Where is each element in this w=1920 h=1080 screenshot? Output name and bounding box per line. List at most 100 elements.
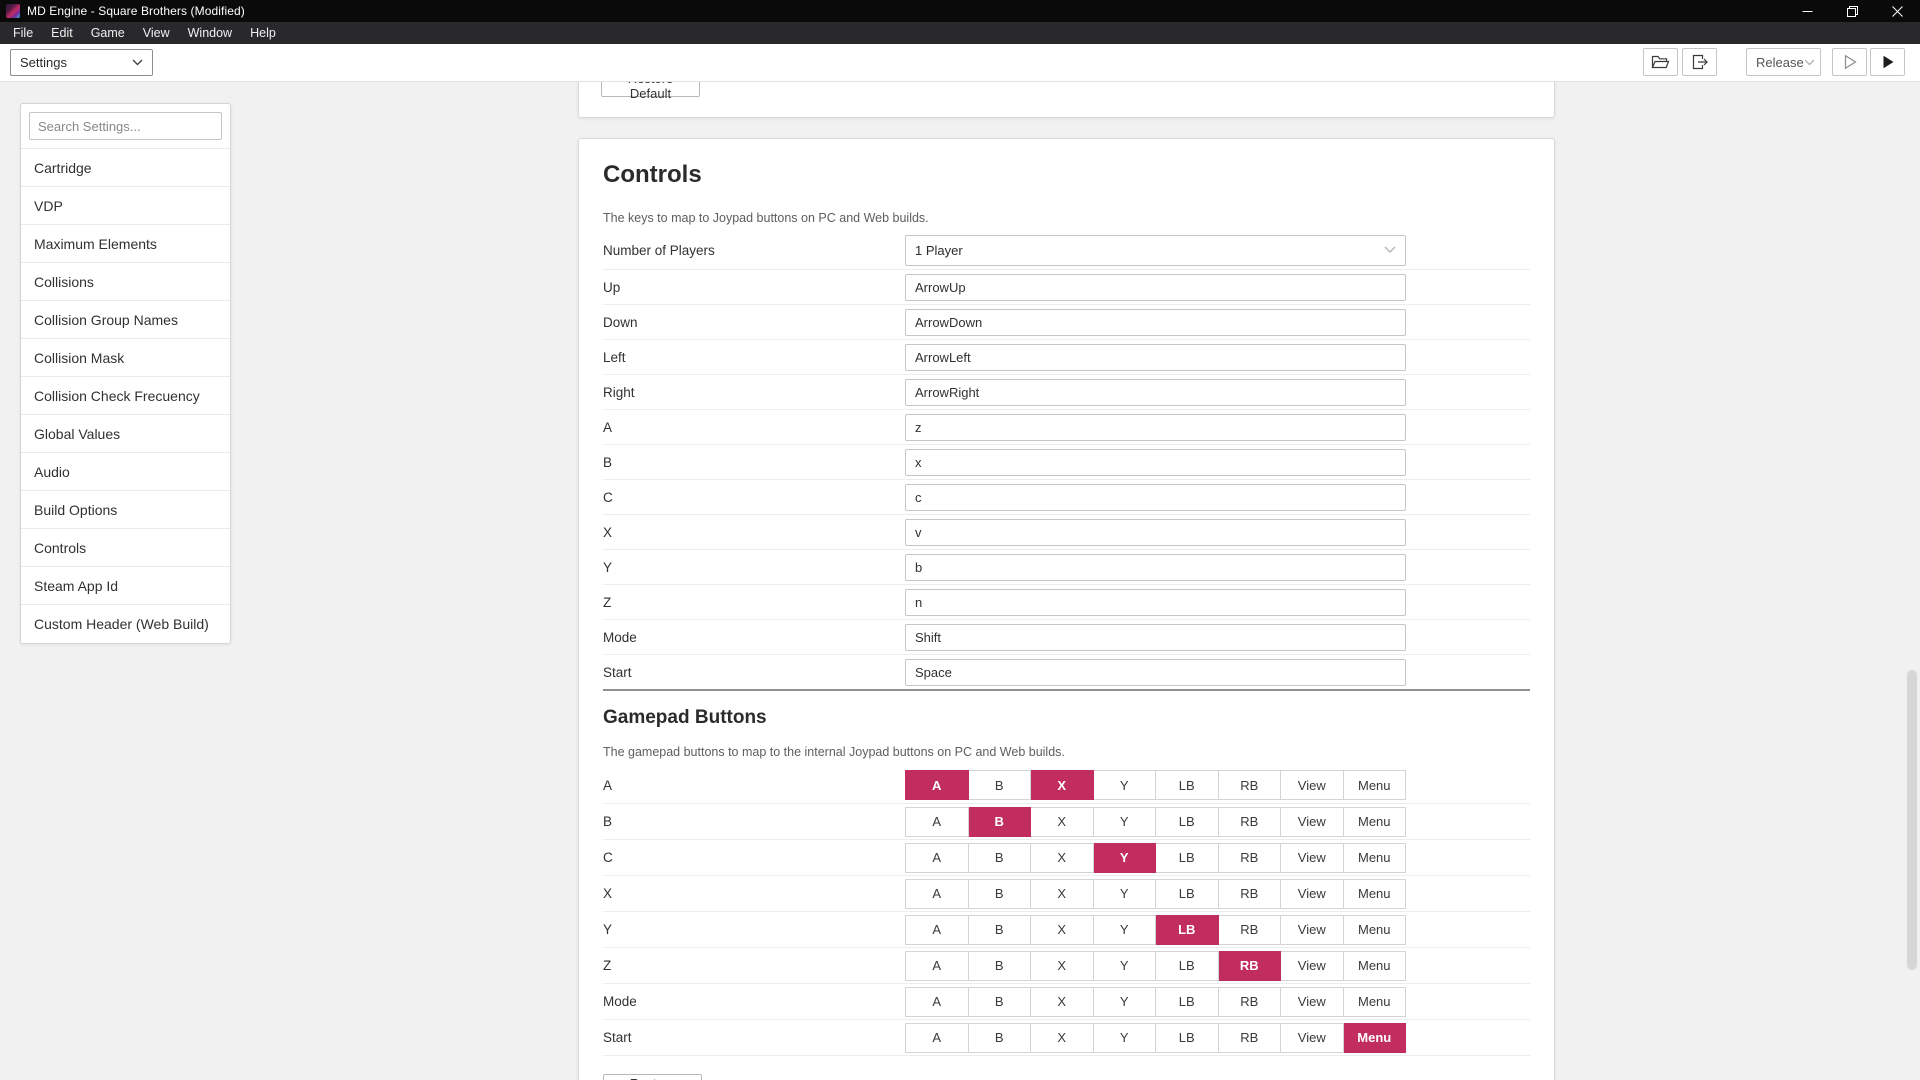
gamepad-a-option-x[interactable]: X <box>1031 770 1094 800</box>
sidebar-item-global-values[interactable]: Global Values <box>21 414 230 452</box>
search-input[interactable] <box>29 112 222 140</box>
close-button[interactable] <box>1875 0 1920 22</box>
gamepad-x-option-lb[interactable]: LB <box>1156 879 1219 909</box>
gamepad-z-option-lb[interactable]: LB <box>1156 951 1219 981</box>
gamepad-z-option-menu[interactable]: Menu <box>1344 951 1407 981</box>
gamepad-c-option-a[interactable]: A <box>905 843 969 873</box>
gamepad-b-option-lb[interactable]: LB <box>1156 807 1219 837</box>
gamepad-x-option-rb[interactable]: RB <box>1219 879 1282 909</box>
key-input-left[interactable] <box>905 344 1406 371</box>
gamepad-z-option-a[interactable]: A <box>905 951 969 981</box>
gamepad-x-option-view[interactable]: View <box>1281 879 1344 909</box>
menu-help[interactable]: Help <box>241 22 285 44</box>
export-build-button[interactable] <box>1682 48 1717 76</box>
key-input-down[interactable] <box>905 309 1406 336</box>
key-input-mode[interactable] <box>905 624 1406 651</box>
gamepad-y-option-view[interactable]: View <box>1281 915 1344 945</box>
gamepad-start-option-y[interactable]: Y <box>1094 1023 1157 1053</box>
gamepad-c-option-view[interactable]: View <box>1281 843 1344 873</box>
menu-file[interactable]: File <box>4 22 42 44</box>
gamepad-mode-option-a[interactable]: A <box>905 987 969 1017</box>
gamepad-y-option-x[interactable]: X <box>1031 915 1094 945</box>
sidebar-item-vdp[interactable]: VDP <box>21 186 230 224</box>
build-config-select[interactable]: Release <box>1746 48 1821 76</box>
menu-view[interactable]: View <box>134 22 179 44</box>
menu-window[interactable]: Window <box>179 22 241 44</box>
menu-edit[interactable]: Edit <box>42 22 82 44</box>
sidebar-item-collision-check-frecuency[interactable]: Collision Check Frecuency <box>21 376 230 414</box>
gamepad-x-option-y[interactable]: Y <box>1094 879 1157 909</box>
sidebar-item-cartridge[interactable]: Cartridge <box>21 148 230 186</box>
gamepad-z-option-x[interactable]: X <box>1031 951 1094 981</box>
restore-default-button[interactable]: Restore Default <box>601 82 700 97</box>
gamepad-mode-option-y[interactable]: Y <box>1094 987 1157 1017</box>
gamepad-mode-option-rb[interactable]: RB <box>1219 987 1282 1017</box>
gamepad-c-option-y[interactable]: Y <box>1094 843 1157 873</box>
gamepad-x-option-menu[interactable]: Menu <box>1344 879 1407 909</box>
gamepad-c-option-rb[interactable]: RB <box>1219 843 1282 873</box>
restore-default-button[interactable]: Restore Default <box>603 1074 702 1080</box>
sidebar-item-maximum-elements[interactable]: Maximum Elements <box>21 224 230 262</box>
gamepad-y-option-b[interactable]: B <box>969 915 1032 945</box>
key-input-right[interactable] <box>905 379 1406 406</box>
gamepad-c-option-menu[interactable]: Menu <box>1344 843 1407 873</box>
gamepad-y-option-lb[interactable]: LB <box>1156 915 1219 945</box>
gamepad-a-option-rb[interactable]: RB <box>1219 770 1282 800</box>
gamepad-y-option-y[interactable]: Y <box>1094 915 1157 945</box>
sidebar-item-custom-header-web-build[interactable]: Custom Header (Web Build) <box>21 604 230 642</box>
open-project-button[interactable] <box>1643 48 1678 76</box>
gamepad-y-option-rb[interactable]: RB <box>1219 915 1282 945</box>
gamepad-mode-option-x[interactable]: X <box>1031 987 1094 1017</box>
gamepad-x-option-a[interactable]: A <box>905 879 969 909</box>
gamepad-a-option-menu[interactable]: Menu <box>1344 770 1407 800</box>
menu-game[interactable]: Game <box>82 22 134 44</box>
gamepad-c-option-b[interactable]: B <box>969 843 1032 873</box>
gamepad-z-option-y[interactable]: Y <box>1094 951 1157 981</box>
gamepad-b-option-y[interactable]: Y <box>1094 807 1157 837</box>
gamepad-start-option-a[interactable]: A <box>905 1023 969 1053</box>
key-input-b[interactable] <box>905 449 1406 476</box>
gamepad-z-option-b[interactable]: B <box>969 951 1032 981</box>
gamepad-a-option-b[interactable]: B <box>969 770 1032 800</box>
gamepad-start-option-view[interactable]: View <box>1281 1023 1344 1053</box>
gamepad-b-option-rb[interactable]: RB <box>1219 807 1282 837</box>
gamepad-c-option-x[interactable]: X <box>1031 843 1094 873</box>
gamepad-a-option-a[interactable]: A <box>905 770 969 800</box>
gamepad-c-option-lb[interactable]: LB <box>1156 843 1219 873</box>
gamepad-a-option-y[interactable]: Y <box>1094 770 1157 800</box>
sidebar-item-steam-app-id[interactable]: Steam App Id <box>21 566 230 604</box>
panel-select[interactable]: Settings <box>10 49 153 76</box>
gamepad-mode-option-lb[interactable]: LB <box>1156 987 1219 1017</box>
gamepad-a-option-lb[interactable]: LB <box>1156 770 1219 800</box>
scrollbar-thumb[interactable] <box>1907 670 1917 970</box>
gamepad-a-option-view[interactable]: View <box>1281 770 1344 800</box>
key-input-c[interactable] <box>905 484 1406 511</box>
restore-button[interactable] <box>1830 0 1875 22</box>
key-input-a[interactable] <box>905 414 1406 441</box>
minimize-button[interactable] <box>1785 0 1830 22</box>
gamepad-b-option-x[interactable]: X <box>1031 807 1094 837</box>
key-input-y[interactable] <box>905 554 1406 581</box>
run-debug-button[interactable] <box>1832 48 1867 76</box>
gamepad-b-option-b[interactable]: B <box>969 807 1032 837</box>
gamepad-b-option-view[interactable]: View <box>1281 807 1344 837</box>
key-input-up[interactable] <box>905 274 1406 301</box>
gamepad-z-option-view[interactable]: View <box>1281 951 1344 981</box>
key-input-z[interactable] <box>905 589 1406 616</box>
key-input-x[interactable] <box>905 519 1406 546</box>
sidebar-item-controls[interactable]: Controls <box>21 528 230 566</box>
gamepad-y-option-a[interactable]: A <box>905 915 969 945</box>
gamepad-start-option-lb[interactable]: LB <box>1156 1023 1219 1053</box>
key-input-start[interactable] <box>905 659 1406 686</box>
gamepad-start-option-menu[interactable]: Menu <box>1344 1023 1407 1053</box>
gamepad-start-option-b[interactable]: B <box>969 1023 1032 1053</box>
sidebar-item-audio[interactable]: Audio <box>21 452 230 490</box>
sidebar-item-collision-group-names[interactable]: Collision Group Names <box>21 300 230 338</box>
gamepad-mode-option-menu[interactable]: Menu <box>1344 987 1407 1017</box>
sidebar-item-collision-mask[interactable]: Collision Mask <box>21 338 230 376</box>
run-button[interactable] <box>1870 48 1905 76</box>
players-select[interactable]: 1 Player <box>905 235 1406 266</box>
gamepad-start-option-x[interactable]: X <box>1031 1023 1094 1053</box>
sidebar-item-build-options[interactable]: Build Options <box>21 490 230 528</box>
gamepad-z-option-rb[interactable]: RB <box>1219 951 1282 981</box>
